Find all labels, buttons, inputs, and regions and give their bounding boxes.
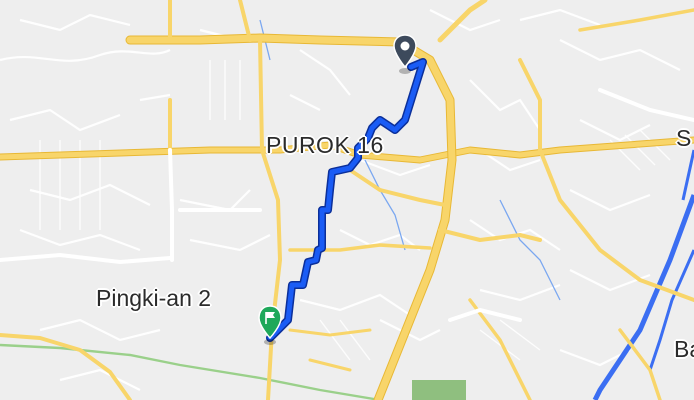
place-label-edge-bottom-right: Ba	[674, 336, 694, 362]
route-map[interactable]: PUROK 16 Pingki-an 2 S Ba	[0, 0, 694, 400]
map-base	[0, 0, 694, 400]
park-area	[412, 380, 466, 400]
place-label-pingki-an: Pingki-an 2	[96, 285, 212, 311]
place-label-purok: PUROK 16	[266, 132, 384, 158]
location-pin-icon[interactable]	[392, 33, 418, 75]
place-label-edge-top-right: S	[676, 125, 692, 151]
finish-flag-pin-icon[interactable]	[256, 304, 284, 346]
